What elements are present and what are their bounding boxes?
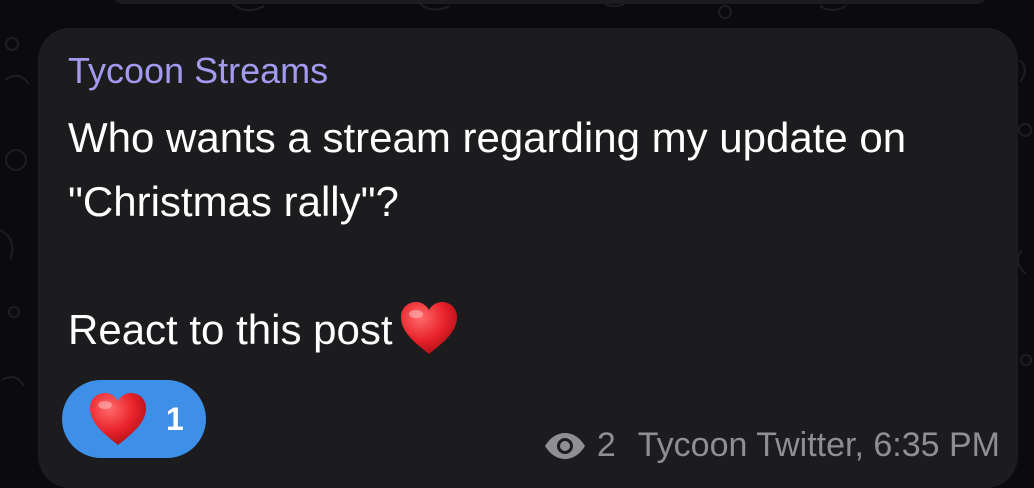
message-text: Who wants a stream regarding my update o… (68, 106, 998, 362)
signature-time: Tycoon Twitter, 6:35 PM (637, 426, 1000, 464)
message-meta: 2 Tycoon Twitter, 6:35 PM (543, 426, 1000, 465)
previous-message-bubble (110, 0, 990, 4)
sender-name[interactable]: Tycoon Streams (68, 50, 328, 92)
heart-emoji-icon (90, 393, 146, 445)
message-bubble[interactable]: Tycoon Streams Who wants a stream regard… (38, 28, 1018, 488)
reaction-count: 1 (166, 400, 184, 437)
reaction-heart-button[interactable]: 1 (62, 380, 206, 458)
message-body: Who wants a stream regarding my update o… (68, 114, 907, 353)
view-count: 2 (596, 426, 616, 464)
eye-icon (544, 432, 585, 459)
heart-emoji-icon (400, 302, 457, 354)
